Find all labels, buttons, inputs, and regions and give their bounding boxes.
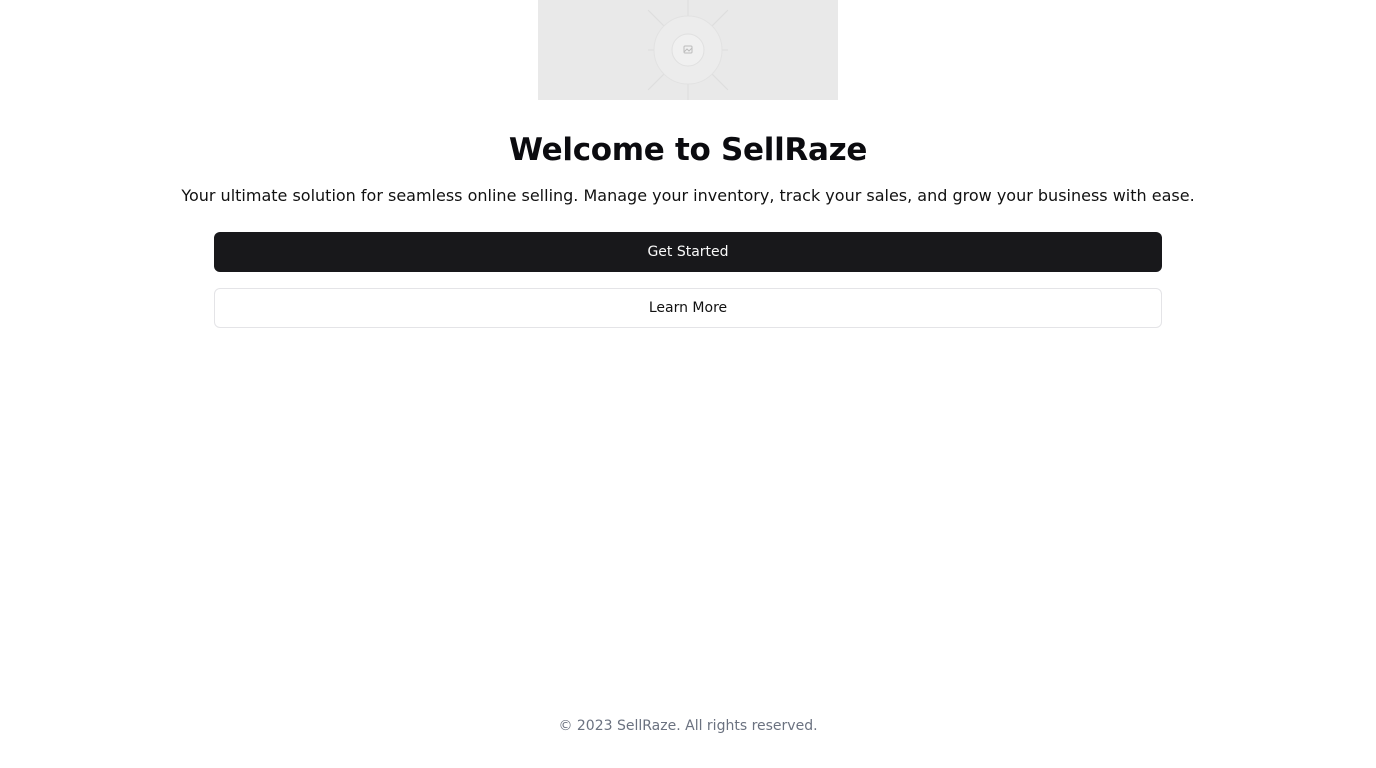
image-placeholder-icon [647,0,729,100]
learn-more-button[interactable]: Learn More [214,288,1162,328]
footer-copyright: © 2023 SellRaze. All rights reserved. [558,718,818,734]
landing-page: Welcome to SellRaze Your ultimate soluti… [0,0,1376,768]
page-title: Welcome to SellRaze [508,132,868,168]
hero-image-placeholder [538,0,838,100]
page-subtitle: Your ultimate solution for seamless onli… [181,186,1195,205]
get-started-button[interactable]: Get Started [214,232,1162,272]
